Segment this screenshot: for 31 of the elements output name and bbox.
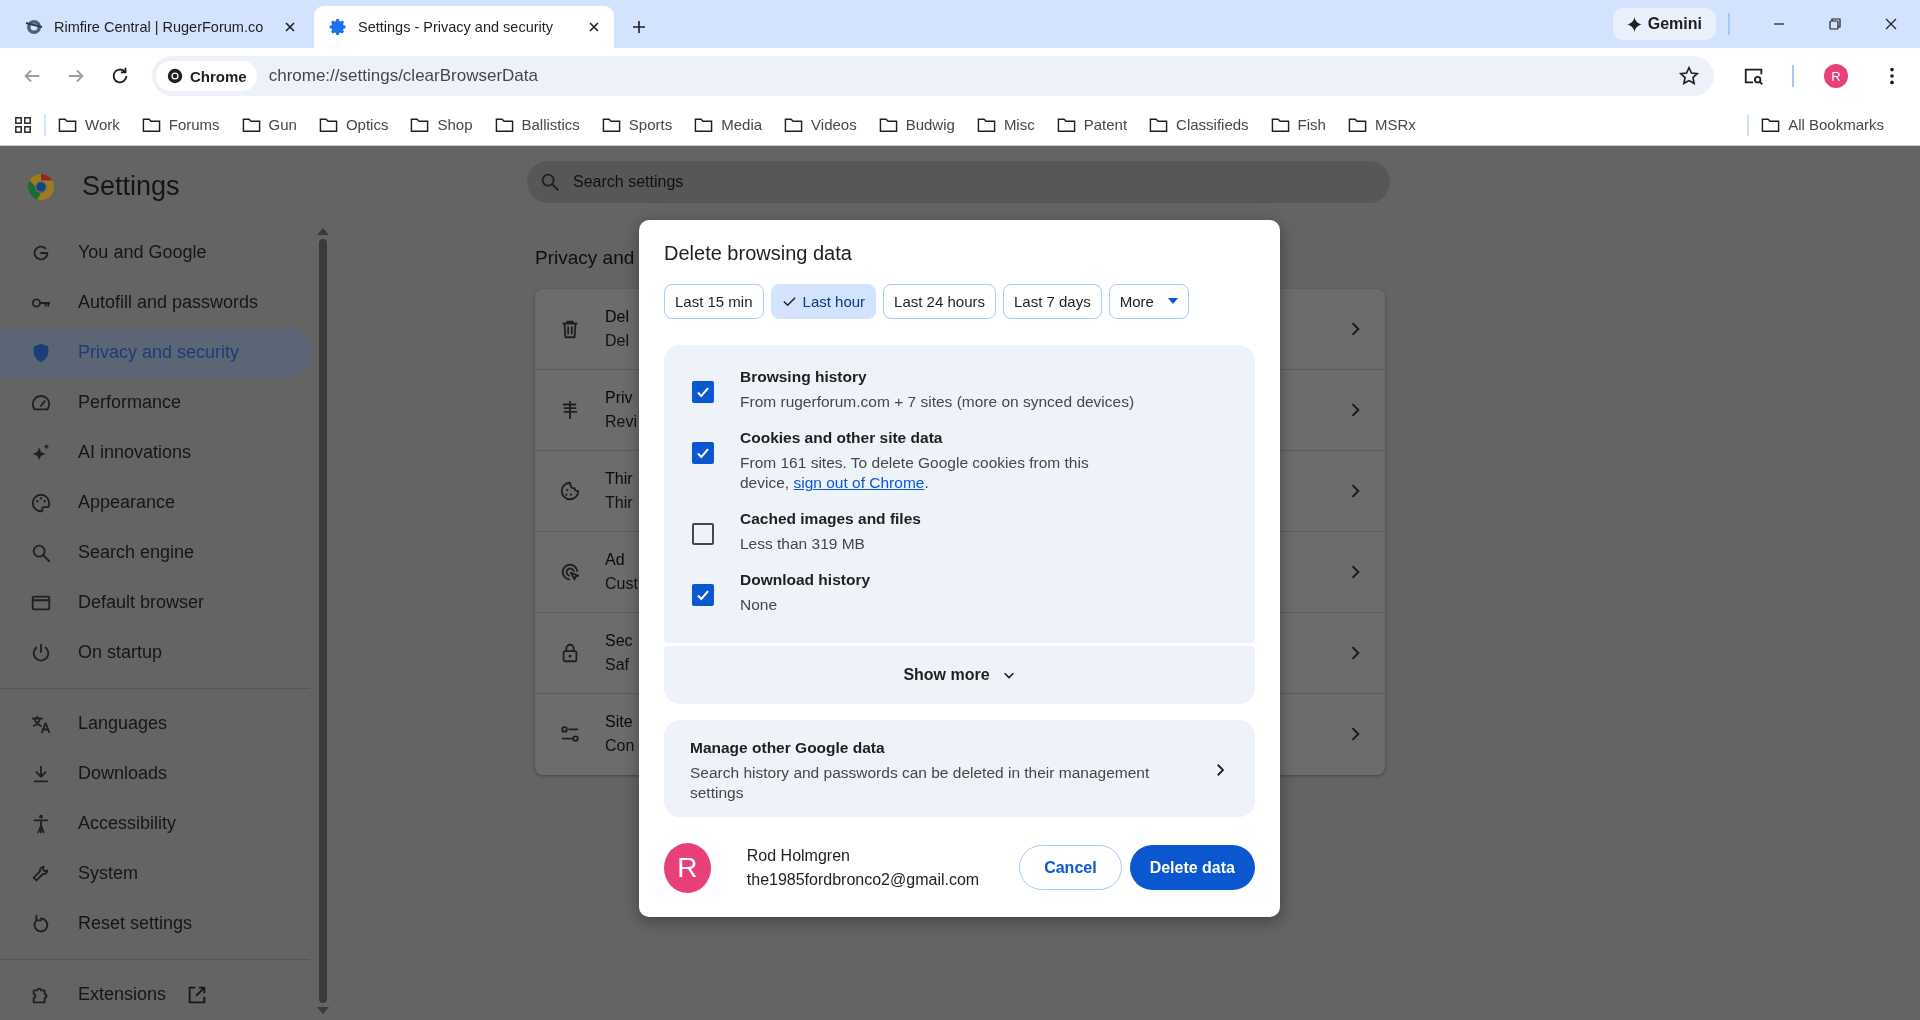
option-description: From rugerforum.com + 7 sites (more on synced devices) (740, 392, 1135, 412)
url-text: chrome://settings/clearBrowserData (268, 66, 539, 87)
row-title: Ad (605, 551, 625, 569)
option-description: None (740, 595, 779, 615)
section-heading: Privacy and (535, 247, 635, 268)
settings-title: Settings (82, 171, 180, 203)
row-title: Site (605, 713, 633, 732)
row-subtitle: Con (605, 737, 635, 756)
option-title: Cookies and other site data (740, 428, 944, 448)
option-title: Download history (740, 570, 871, 590)
tab-title: Settings - Privacy and security (358, 19, 555, 36)
dialog-title: Delete browsing data (664, 242, 853, 265)
option-title: Cached images and files (740, 509, 921, 529)
row-subtitle: Thir (605, 494, 633, 512)
account-avatar: R (664, 843, 711, 893)
account-name: Rod Holmgren (746, 847, 851, 865)
row-title: Sec (605, 632, 633, 650)
option-description: From 161 sites. To delete Google cookies from this device, sign out of Chrome. (740, 453, 1090, 493)
account-email: the1985fordbronco2@gmail.com (746, 871, 980, 889)
manage-description: Search history and passwords can be deleted in their management settings (690, 763, 1151, 803)
row-subtitle: Cust (605, 575, 638, 593)
row-title: Thir (605, 470, 633, 488)
row-title: Del (605, 308, 629, 326)
manage-title: Manage other Google data (690, 738, 886, 758)
option-description: Less than 319 MB (740, 534, 866, 554)
tab-title: Rimfire Central | RugerForum.co (54, 19, 265, 36)
row-subtitle: Revi (605, 413, 637, 431)
row-title: Priv (605, 389, 633, 407)
row-subtitle: Del (605, 332, 629, 350)
option-title: Browsing history (740, 367, 868, 387)
row-subtitle: Saf (605, 656, 629, 674)
